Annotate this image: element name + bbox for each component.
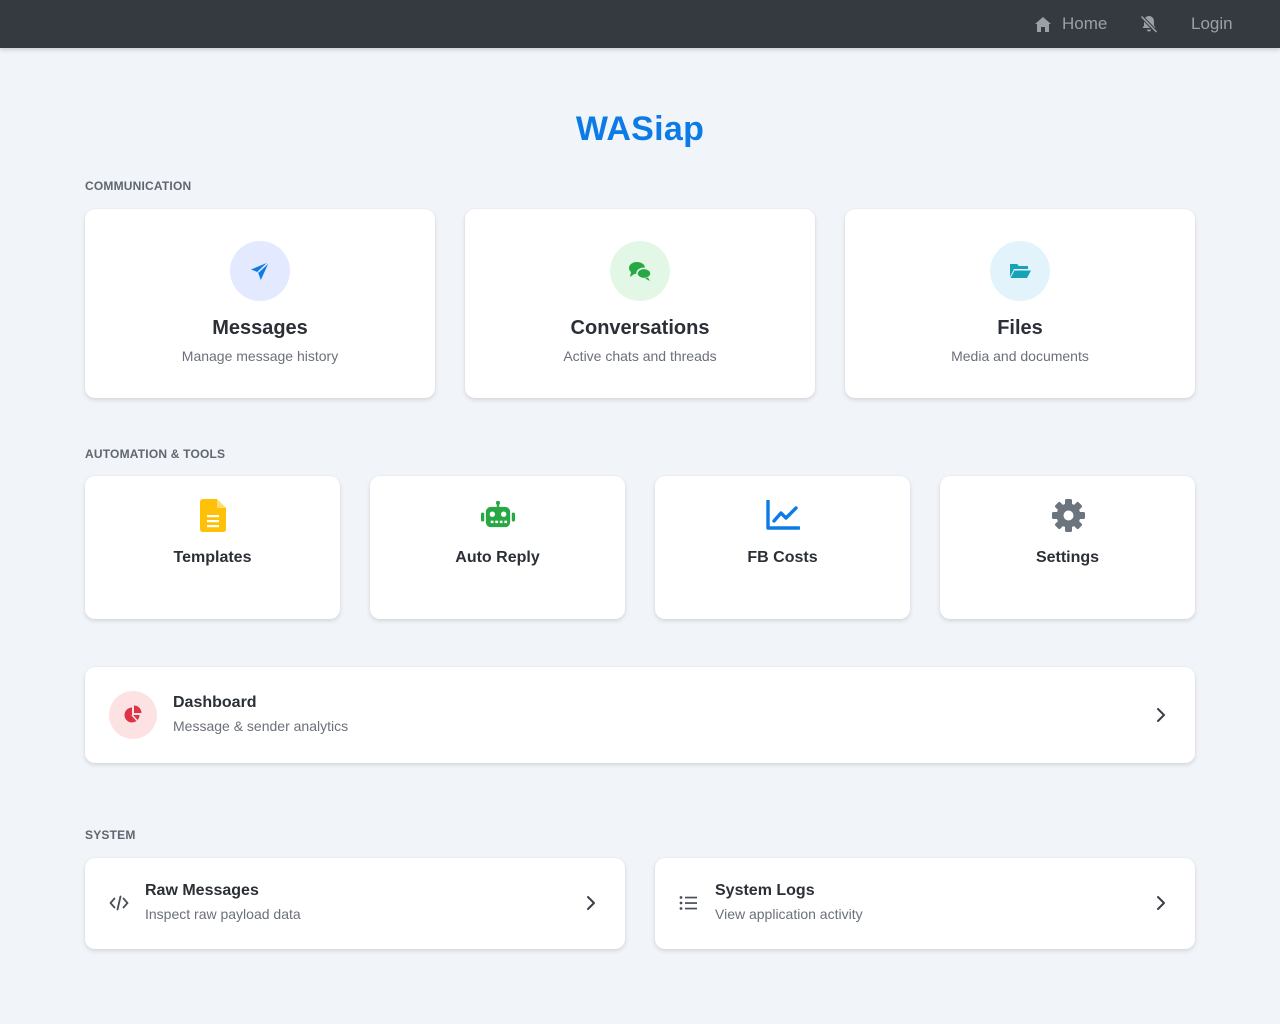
auto-reply-icon-wrap <box>481 498 515 532</box>
conversations-card-subtitle: Active chats and threads <box>563 348 717 364</box>
settings-icon-wrap <box>1051 498 1085 532</box>
files-card-title: Files <box>997 317 1043 339</box>
system-logs-title: System Logs <box>715 882 815 899</box>
section-label-system: SYSTEM <box>85 828 136 842</box>
raw-messages-title: Raw Messages <box>145 882 259 899</box>
line-chart-icon <box>766 500 800 530</box>
settings-card-title: Settings <box>1035 549 1100 566</box>
notifications-button[interactable] <box>1139 14 1159 34</box>
messages-card-title: Messages <box>212 317 308 339</box>
settings-card[interactable]: Settings <box>940 476 1195 619</box>
nav-login-link[interactable]: Login <box>1191 14 1233 34</box>
conversations-icon-circle <box>610 241 670 301</box>
file-text-icon <box>200 498 226 532</box>
messages-icon-circle <box>230 241 290 301</box>
robot-icon <box>481 500 515 528</box>
files-card-subtitle: Media and documents <box>951 348 1089 364</box>
nav-home-label: Home <box>1062 14 1108 33</box>
nav-home-link[interactable]: Home <box>1034 14 1107 34</box>
app-title: WASiap <box>575 110 705 148</box>
folder-open-icon <box>1010 264 1031 278</box>
files-icon-circle <box>990 241 1050 301</box>
home-icon <box>1035 16 1051 32</box>
chat-bubbles-icon <box>629 262 652 281</box>
list-icon <box>679 896 697 910</box>
fb-costs-card-title: FB Costs <box>747 549 818 566</box>
conversations-card-title: Conversations <box>570 317 710 339</box>
auto-reply-card-title: Auto Reply <box>455 549 540 566</box>
pie-chart-icon <box>124 705 142 723</box>
section-label-communication: COMMUNICATION <box>85 179 192 193</box>
system-logs-subtitle: View application activity <box>715 906 863 922</box>
chevron-right-icon <box>587 896 595 910</box>
messages-card-subtitle: Manage message history <box>181 348 339 364</box>
templates-card[interactable]: Templates <box>85 476 340 619</box>
gear-icon <box>1051 498 1085 532</box>
dashboard-icon-circle <box>109 691 157 739</box>
system-logs-card[interactable]: System Logs View application activity <box>655 858 1195 949</box>
dashboard-card[interactable]: Dashboard Message & sender analytics <box>85 667 1195 763</box>
top-navbar: Home Login <box>0 0 1280 48</box>
section-label-automation: AUTOMATION & TOOLS <box>85 447 226 461</box>
fb-costs-icon-wrap <box>766 498 800 532</box>
messages-card[interactable]: Messages Manage message history <box>85 209 435 398</box>
templates-card-title: Templates <box>173 549 252 566</box>
chevron-right-icon <box>1157 708 1165 722</box>
raw-messages-subtitle: Inspect raw payload data <box>145 906 301 922</box>
files-card[interactable]: Files Media and documents <box>845 209 1195 398</box>
chevron-right-icon <box>1157 896 1165 910</box>
templates-icon-wrap <box>196 498 230 532</box>
paper-plane-icon <box>251 261 270 280</box>
auto-reply-card[interactable]: Auto Reply <box>370 476 625 619</box>
bell-slash-icon <box>1140 15 1158 34</box>
raw-messages-card[interactable]: Raw Messages Inspect raw payload data <box>85 858 625 949</box>
conversations-card[interactable]: Conversations Active chats and threads <box>465 209 815 398</box>
code-icon <box>109 895 129 911</box>
dashboard-subtitle: Message & sender analytics <box>173 718 349 734</box>
fb-costs-card[interactable]: FB Costs <box>655 476 910 619</box>
dashboard-title: Dashboard <box>173 694 257 711</box>
